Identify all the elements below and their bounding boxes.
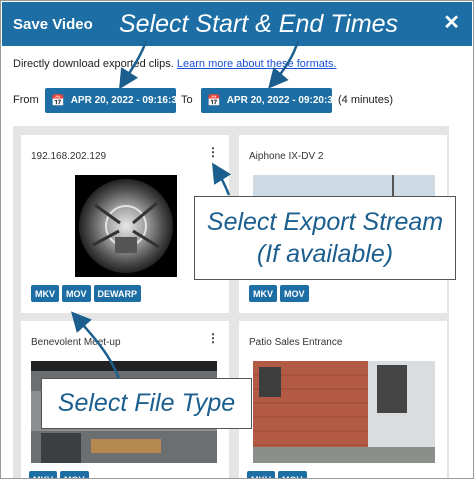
callout-stream-line1: Select Export Stream — [206, 208, 444, 236]
intro-text-row: Directly download exported clips. Learn … — [13, 58, 336, 70]
mov-button[interactable]: MOV — [60, 471, 89, 478]
stream-menu-icon[interactable]: ⋮ — [207, 332, 219, 344]
callout-start-end-times: Select Start & End Times — [119, 10, 399, 38]
callout-stream-line2: (If available) — [256, 240, 394, 268]
mov-button[interactable]: MOV — [280, 285, 309, 302]
file-type-buttons-partial: MKV MOV — [29, 471, 89, 478]
dialog-title: Save Video — [13, 16, 93, 33]
start-time-value: APR 20, 2022 - 09:16:30 — [70, 95, 183, 106]
camera-thumbnail — [253, 361, 435, 463]
dewarp-button[interactable]: DEWARP — [93, 285, 142, 302]
end-time-button[interactable]: 📅 APR 20, 2022 - 09:20:30 — [201, 88, 338, 113]
file-type-buttons: MKV MOV DEWARP — [31, 285, 142, 302]
file-type-buttons: MKV MOV — [249, 285, 309, 302]
mov-button[interactable]: MOV — [278, 471, 307, 478]
end-time-value: APR 20, 2022 - 09:20:30 — [226, 95, 339, 106]
stream-menu-icon[interactable]: ⋮ — [207, 146, 219, 158]
calendar-icon: 📅 — [207, 95, 221, 107]
mkv-button[interactable]: MKV — [29, 471, 57, 478]
camera-name: Patio Sales Entrance — [249, 337, 343, 348]
file-type-buttons-partial: MKV MOV — [247, 471, 307, 478]
to-label: To — [181, 94, 193, 106]
from-label: From — [13, 94, 39, 106]
fisheye-image — [75, 175, 177, 277]
mkv-button[interactable]: MKV — [247, 471, 275, 478]
patio-image — [253, 361, 435, 463]
camera-card: Patio Sales Entrance — [239, 321, 447, 478]
learn-more-link[interactable]: Learn more about these formats. — [177, 58, 337, 70]
intro-text: Directly download exported clips. — [13, 58, 174, 70]
close-icon[interactable]: ✕ — [443, 13, 460, 33]
duration-text: (4 minutes) — [338, 94, 394, 106]
mov-button[interactable]: MOV — [62, 285, 91, 302]
calendar-icon: 📅 — [51, 95, 65, 107]
mkv-button[interactable]: MKV — [31, 285, 59, 302]
callout-export-stream: Select Export Stream (If available) — [194, 196, 456, 280]
camera-name: Aiphone IX-DV 2 — [249, 151, 324, 162]
camera-name: 192.168.202.129 — [31, 151, 107, 162]
mkv-button[interactable]: MKV — [249, 285, 277, 302]
callout-file-type: Select File Type — [41, 378, 252, 429]
start-time-button[interactable]: 📅 APR 20, 2022 - 09:16:30 — [45, 88, 182, 113]
camera-name: Benevolent Meet-up — [31, 337, 121, 348]
save-video-dialog: Save Video ✕ Directly download exported … — [0, 0, 474, 479]
camera-thumbnail — [75, 175, 177, 277]
